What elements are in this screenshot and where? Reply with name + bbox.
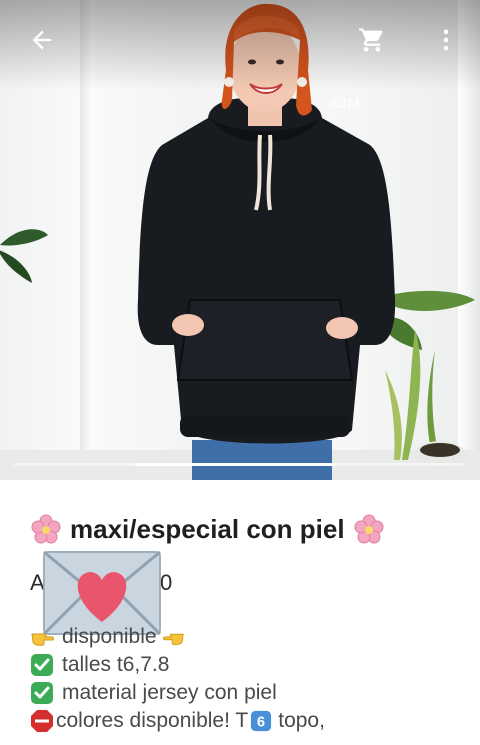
shopping-cart-icon (359, 28, 383, 52)
keycap-6-icon: 6 (251, 710, 272, 732)
check-mark-button-icon (31, 654, 53, 676)
description-line: material jersey con piel (30, 679, 470, 707)
bottom-fade (0, 735, 480, 745)
backhand-index-pointing-right-icon (31, 633, 54, 646)
description-text: disponible (62, 625, 157, 648)
svg-text:6: 6 (257, 715, 265, 731)
backhand-index-pointing-left-icon (162, 633, 184, 646)
arrow-back-icon (32, 30, 52, 50)
product-details: maxi/especial con piel A 0 disponible ta… (0, 480, 480, 745)
gallery-scroll-thumb[interactable] (135, 463, 335, 466)
stop-sign-icon (31, 710, 53, 732)
cherry-blossom-icon (31, 514, 61, 544)
cart-button[interactable] (350, 18, 394, 62)
plant-left (0, 229, 48, 283)
description-text: talles t6,7.8 (62, 653, 170, 676)
check-mark-button-icon (31, 682, 53, 704)
cherry-blossom-icon (354, 514, 384, 544)
description-line: disponible (30, 623, 470, 651)
description-text: topo, (278, 709, 325, 732)
description-text: colores disponible! T (56, 709, 249, 732)
product-description: disponible talles t6,7.8 material jersey… (30, 623, 470, 735)
description-line: talles t6,7.8 (30, 651, 470, 679)
description-text: material jersey con piel (62, 681, 277, 704)
back-button[interactable] (20, 18, 64, 62)
product-title: maxi/especial con piel (70, 513, 345, 544)
photo-watermark: AJM (328, 95, 361, 112)
more-options-button[interactable] (424, 18, 468, 62)
top-toolbar (0, 0, 480, 80)
description-line: colores disponible! T 6 topo, (30, 707, 470, 735)
more-vert-icon (443, 29, 449, 51)
price-row: A 0 (30, 550, 190, 636)
product-title-row: maxi/especial con piel (30, 513, 385, 545)
